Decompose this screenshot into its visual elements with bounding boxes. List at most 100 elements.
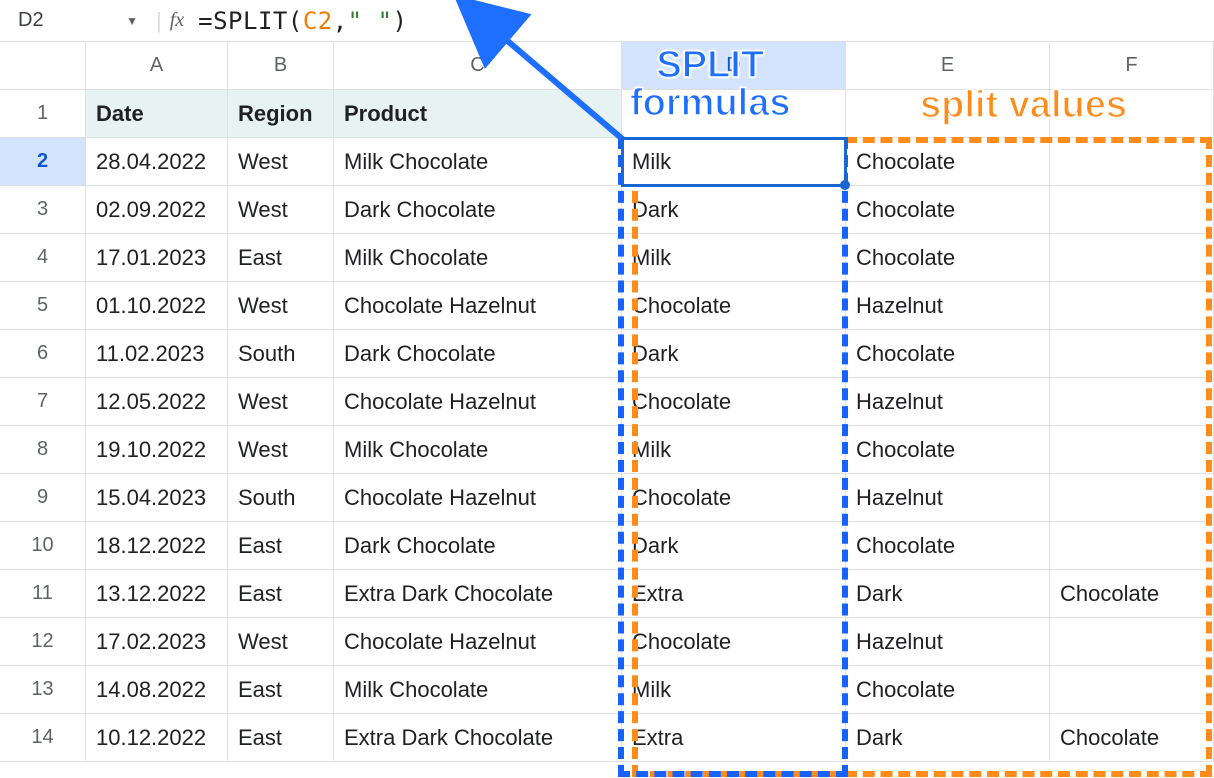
cell-B7[interactable]: West <box>228 378 334 426</box>
cell-F4[interactable] <box>1050 234 1214 282</box>
cell-F7[interactable] <box>1050 378 1214 426</box>
cell-D3[interactable]: Dark <box>622 186 846 234</box>
cell-A8[interactable]: 19.10.2022 <box>86 426 228 474</box>
row-header-8[interactable]: 8 <box>0 426 86 474</box>
row-header-11[interactable]: 11 <box>0 570 86 618</box>
cell-E11[interactable]: Dark <box>846 570 1050 618</box>
cell-E3[interactable]: Chocolate <box>846 186 1050 234</box>
cell-B13[interactable]: East <box>228 666 334 714</box>
row-header-13[interactable]: 13 <box>0 666 86 714</box>
cell-F5[interactable] <box>1050 282 1214 330</box>
cell-B9[interactable]: South <box>228 474 334 522</box>
cell-E7[interactable]: Hazelnut <box>846 378 1050 426</box>
cell-A1[interactable]: Date <box>86 90 228 138</box>
cell-B14[interactable]: East <box>228 714 334 762</box>
cell-C10[interactable]: Dark Chocolate <box>334 522 622 570</box>
cell-B1[interactable]: Region <box>228 90 334 138</box>
cell-C14[interactable]: Extra Dark Chocolate <box>334 714 622 762</box>
cell-B10[interactable]: East <box>228 522 334 570</box>
row-header-2[interactable]: 2 <box>0 138 86 186</box>
cell-D9[interactable]: Chocolate <box>622 474 846 522</box>
cell-E4[interactable]: Chocolate <box>846 234 1050 282</box>
cell-D6[interactable]: Dark <box>622 330 846 378</box>
column-header-E[interactable]: E <box>846 42 1050 90</box>
cell-A10[interactable]: 18.12.2022 <box>86 522 228 570</box>
formula-input[interactable]: =SPLIT(C2," ") <box>198 7 407 35</box>
cell-A11[interactable]: 13.12.2022 <box>86 570 228 618</box>
select-all-corner[interactable] <box>0 42 86 90</box>
fill-handle[interactable] <box>840 180 850 190</box>
cell-B3[interactable]: West <box>228 186 334 234</box>
cell-B8[interactable]: West <box>228 426 334 474</box>
row-header-14[interactable]: 14 <box>0 714 86 762</box>
cell-F8[interactable] <box>1050 426 1214 474</box>
cell-D10[interactable]: Dark <box>622 522 846 570</box>
dropdown-icon[interactable]: ▼ <box>126 14 138 28</box>
cell-C13[interactable]: Milk Chocolate <box>334 666 622 714</box>
cell-D11[interactable]: Extra <box>622 570 846 618</box>
cell-A9[interactable]: 15.04.2023 <box>86 474 228 522</box>
cell-C7[interactable]: Chocolate Hazelnut <box>334 378 622 426</box>
column-header-F[interactable]: F <box>1050 42 1214 90</box>
cell-E13[interactable]: Chocolate <box>846 666 1050 714</box>
row-header-7[interactable]: 7 <box>0 378 86 426</box>
row-header-12[interactable]: 12 <box>0 618 86 666</box>
cell-A4[interactable]: 17.01.2023 <box>86 234 228 282</box>
cell-E10[interactable]: Chocolate <box>846 522 1050 570</box>
cell-E1[interactable] <box>846 90 1050 138</box>
column-header-D[interactable]: D <box>622 42 846 90</box>
cell-C1[interactable]: Product <box>334 90 622 138</box>
cell-D1[interactable] <box>622 90 846 138</box>
row-header-6[interactable]: 6 <box>0 330 86 378</box>
row-header-10[interactable]: 10 <box>0 522 86 570</box>
cell-A7[interactable]: 12.05.2022 <box>86 378 228 426</box>
cell-D2[interactable]: Milk <box>622 138 846 186</box>
cell-E8[interactable]: Chocolate <box>846 426 1050 474</box>
cell-C8[interactable]: Milk Chocolate <box>334 426 622 474</box>
cell-C6[interactable]: Dark Chocolate <box>334 330 622 378</box>
cell-B4[interactable]: East <box>228 234 334 282</box>
cell-F6[interactable] <box>1050 330 1214 378</box>
cell-E12[interactable]: Hazelnut <box>846 618 1050 666</box>
cell-E5[interactable]: Hazelnut <box>846 282 1050 330</box>
cell-C12[interactable]: Chocolate Hazelnut <box>334 618 622 666</box>
cell-C3[interactable]: Dark Chocolate <box>334 186 622 234</box>
cell-F9[interactable] <box>1050 474 1214 522</box>
cell-B2[interactable]: West <box>228 138 334 186</box>
column-header-A[interactable]: A <box>86 42 228 90</box>
cell-D13[interactable]: Milk <box>622 666 846 714</box>
cell-A6[interactable]: 11.02.2023 <box>86 330 228 378</box>
cell-F2[interactable] <box>1050 138 1214 186</box>
spreadsheet-grid[interactable]: ABCDEF1DateRegionProduct228.04.2022WestM… <box>0 42 1214 762</box>
cell-F13[interactable] <box>1050 666 1214 714</box>
name-box[interactable]: D2 ▼ <box>8 9 148 32</box>
cell-A14[interactable]: 10.12.2022 <box>86 714 228 762</box>
cell-C5[interactable]: Chocolate Hazelnut <box>334 282 622 330</box>
cell-B12[interactable]: West <box>228 618 334 666</box>
row-header-9[interactable]: 9 <box>0 474 86 522</box>
cell-E6[interactable]: Chocolate <box>846 330 1050 378</box>
cell-C11[interactable]: Extra Dark Chocolate <box>334 570 622 618</box>
cell-B5[interactable]: West <box>228 282 334 330</box>
cell-A2[interactable]: 28.04.2022 <box>86 138 228 186</box>
cell-A13[interactable]: 14.08.2022 <box>86 666 228 714</box>
cell-D7[interactable]: Chocolate <box>622 378 846 426</box>
cell-C4[interactable]: Milk Chocolate <box>334 234 622 282</box>
cell-D8[interactable]: Milk <box>622 426 846 474</box>
cell-D12[interactable]: Chocolate <box>622 618 846 666</box>
cell-F3[interactable] <box>1050 186 1214 234</box>
column-header-C[interactable]: C <box>334 42 622 90</box>
cell-A3[interactable]: 02.09.2022 <box>86 186 228 234</box>
cell-E2[interactable]: Chocolate <box>846 138 1050 186</box>
column-header-B[interactable]: B <box>228 42 334 90</box>
cell-F12[interactable] <box>1050 618 1214 666</box>
row-header-3[interactable]: 3 <box>0 186 86 234</box>
row-header-1[interactable]: 1 <box>0 90 86 138</box>
cell-C2[interactable]: Milk Chocolate <box>334 138 622 186</box>
cell-C9[interactable]: Chocolate Hazelnut <box>334 474 622 522</box>
row-header-4[interactable]: 4 <box>0 234 86 282</box>
cell-F1[interactable] <box>1050 90 1214 138</box>
cell-A5[interactable]: 01.10.2022 <box>86 282 228 330</box>
cell-B11[interactable]: East <box>228 570 334 618</box>
cell-D14[interactable]: Extra <box>622 714 846 762</box>
